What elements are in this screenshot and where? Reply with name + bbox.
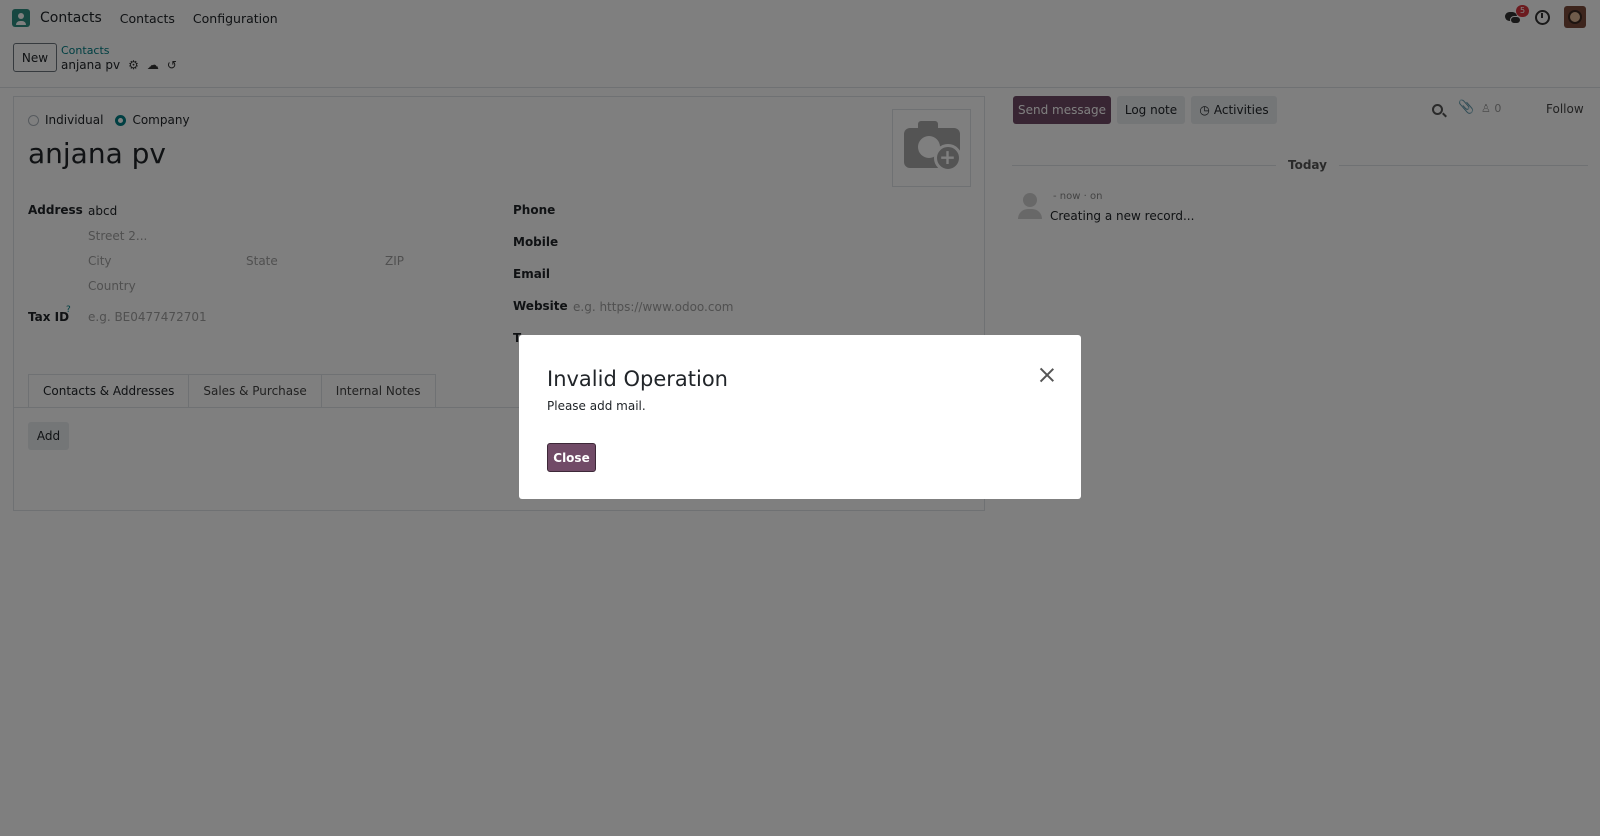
dialog-title: Invalid Operation <box>547 367 728 391</box>
dialog-message: Please add mail. <box>547 399 646 413</box>
close-button[interactable]: Close <box>547 443 596 472</box>
invalid-operation-dialog: Invalid Operation Please add mail. Close <box>519 335 1081 499</box>
close-icon[interactable] <box>1039 367 1055 383</box>
